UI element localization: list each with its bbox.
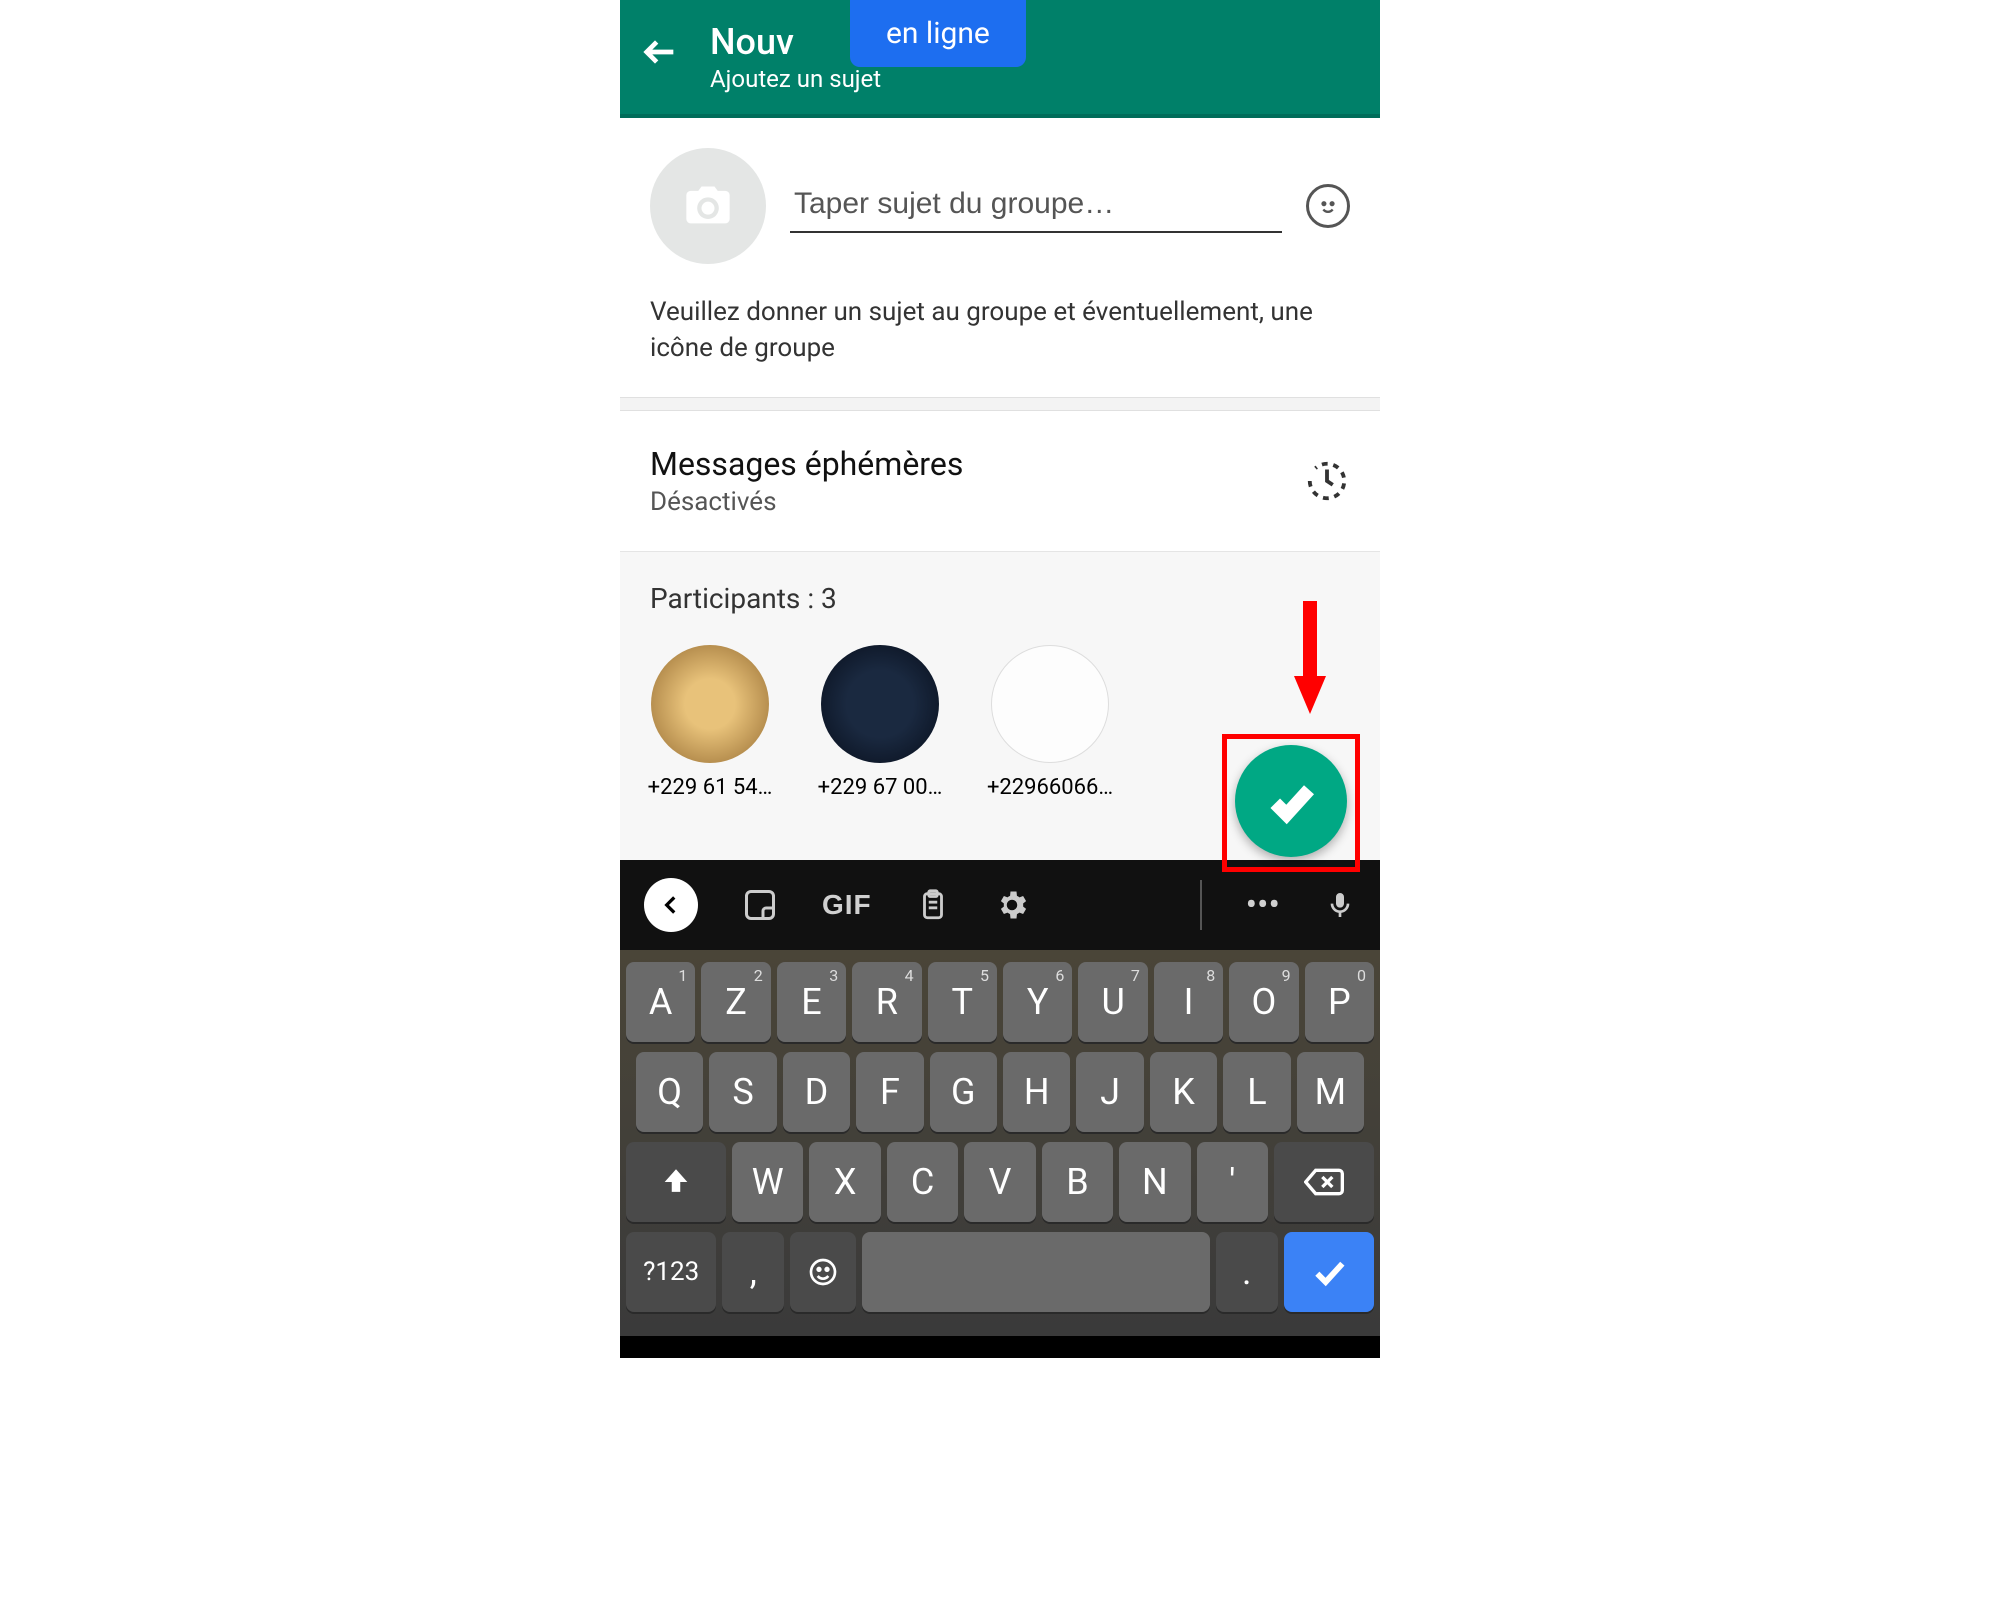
confirm-fab-highlight — [1222, 734, 1360, 872]
key-r[interactable]: R4 — [852, 962, 921, 1042]
camera-icon — [682, 180, 734, 232]
numbers-key[interactable]: ?123 — [626, 1232, 716, 1312]
microphone-icon[interactable] — [1324, 889, 1356, 921]
key-k[interactable]: K — [1150, 1052, 1217, 1132]
participant-item[interactable]: +229 61 54… — [650, 645, 770, 800]
timer-icon — [1304, 458, 1350, 504]
key-m[interactable]: M — [1297, 1052, 1364, 1132]
key-j[interactable]: J — [1076, 1052, 1143, 1132]
participant-item[interactable]: +22966066… — [990, 645, 1110, 800]
key-f[interactable]: F — [856, 1052, 923, 1132]
key-a[interactable]: A1 — [626, 962, 695, 1042]
online-badge: en ligne — [850, 0, 1026, 67]
key-t[interactable]: T5 — [928, 962, 997, 1042]
back-arrow-icon[interactable] — [640, 31, 680, 83]
key-l[interactable]: L — [1223, 1052, 1290, 1132]
instruction-text: Veuillez donner un sujet au groupe et év… — [620, 284, 1380, 397]
ephemeral-title: Messages éphémères — [650, 445, 963, 483]
key-e[interactable]: E3 — [777, 962, 846, 1042]
key-v[interactable]: V — [964, 1142, 1035, 1222]
key-n[interactable]: N — [1119, 1142, 1190, 1222]
key-o[interactable]: O9 — [1229, 962, 1298, 1042]
avatar — [821, 645, 939, 763]
key-x[interactable]: X — [809, 1142, 880, 1222]
app-header: Nouv Ajoutez un sujet en ligne — [620, 0, 1380, 118]
shift-key[interactable] — [626, 1142, 726, 1222]
key-c[interactable]: C — [887, 1142, 958, 1222]
participants-count-label: Participants : 3 — [650, 582, 1350, 615]
participants-section: Participants : 3 +229 61 54… +229 67 00…… — [620, 551, 1380, 860]
key-g[interactable]: G — [930, 1052, 997, 1132]
keyboard-toolbar: GIF ••• — [620, 860, 1380, 950]
participant-phone: +22966066… — [987, 775, 1113, 800]
key-q[interactable]: Q — [636, 1052, 703, 1132]
avatar — [651, 645, 769, 763]
key-b[interactable]: B — [1042, 1142, 1113, 1222]
participant-phone: +229 61 54… — [648, 775, 773, 800]
key-d[interactable]: D — [783, 1052, 850, 1132]
group-photo-button[interactable] — [650, 148, 766, 264]
ephemeral-messages-row[interactable]: Messages éphémères Désactivés — [620, 411, 1380, 551]
check-icon — [1264, 774, 1318, 828]
more-options-icon[interactable]: ••• — [1246, 885, 1280, 925]
key-z[interactable]: Z2 — [701, 962, 770, 1042]
backspace-key[interactable] — [1274, 1142, 1374, 1222]
key-u[interactable]: U7 — [1078, 962, 1147, 1042]
settings-gear-icon[interactable] — [994, 887, 1030, 923]
emoji-picker-button[interactable] — [1306, 184, 1350, 228]
phone-frame: Nouv Ajoutez un sujet en ligne Veuillez … — [620, 0, 1380, 1600]
enter-key[interactable] — [1284, 1232, 1374, 1312]
key-p[interactable]: P0 — [1305, 962, 1374, 1042]
participant-item[interactable]: +229 67 00… — [820, 645, 940, 800]
page-subtitle: Ajoutez un sujet — [710, 65, 881, 93]
key-w[interactable]: W — [732, 1142, 803, 1222]
clipboard-icon[interactable] — [916, 888, 950, 922]
keyboard-collapse-button[interactable] — [644, 878, 698, 932]
avatar — [991, 645, 1109, 763]
toolbar-separator — [1200, 880, 1202, 930]
section-divider — [620, 397, 1380, 411]
participant-phone: +229 67 00… — [818, 775, 943, 800]
nav-bar-placeholder — [620, 1336, 1380, 1358]
key-y[interactable]: Y6 — [1003, 962, 1072, 1042]
sticker-icon[interactable] — [742, 887, 778, 923]
confirm-button[interactable] — [1235, 745, 1347, 857]
key-apostrophe[interactable]: ' — [1197, 1142, 1268, 1222]
gif-button[interactable]: GIF — [822, 889, 872, 921]
space-key[interactable] — [862, 1232, 1209, 1312]
emoji-key[interactable] — [790, 1232, 856, 1312]
key-i[interactable]: I8 — [1154, 962, 1223, 1042]
key-h[interactable]: H — [1003, 1052, 1070, 1132]
comma-key[interactable]: , — [722, 1232, 784, 1312]
group-subject-input[interactable] — [790, 179, 1282, 233]
key-s[interactable]: S — [709, 1052, 776, 1132]
ephemeral-status: Désactivés — [650, 487, 963, 517]
subject-section — [620, 118, 1380, 284]
on-screen-keyboard: GIF ••• A1Z2E3R4T5Y6U7I8O9P0 QSDFGHJKLM — [620, 860, 1380, 1358]
period-key[interactable]: . — [1216, 1232, 1278, 1312]
